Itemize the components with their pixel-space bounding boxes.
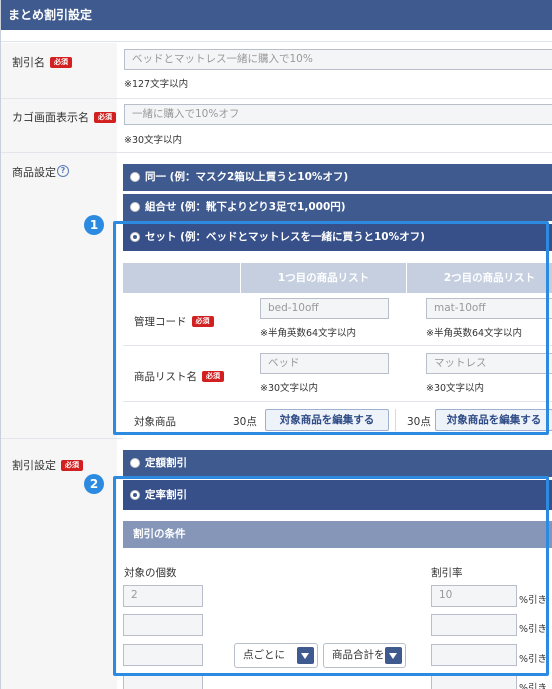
radio-icon bbox=[130, 172, 140, 182]
callout-badge-1: 1 bbox=[84, 215, 104, 235]
header-spacer bbox=[1, 30, 552, 42]
radio-icon bbox=[130, 458, 140, 468]
required-badge: 必須 bbox=[50, 57, 72, 68]
page-title: まとめ割引設定 bbox=[1, 0, 552, 30]
discount-settings-label: 割引設定 必須 bbox=[12, 457, 83, 473]
radio-icon bbox=[130, 202, 140, 212]
product-settings-label: 商品設定 bbox=[12, 166, 56, 179]
product-option-same[interactable]: 同一 (例：マスク2箱以上買うと10%オフ) bbox=[123, 164, 552, 191]
discount-name-input[interactable]: ベッドとマットレス一緒に購入で10% bbox=[124, 49, 552, 70]
cart-display-name-label: カゴ画面表示名 必須 bbox=[12, 109, 116, 125]
help-icon[interactable]: ? bbox=[57, 165, 69, 177]
discount-name-row: 割引名 必須 ベッドとマットレス一緒に購入で10% ※127文字以内 bbox=[1, 43, 552, 99]
label-column bbox=[1, 43, 117, 98]
required-badge: 必須 bbox=[94, 112, 116, 123]
callout-badge-2: 2 bbox=[84, 474, 104, 494]
discount-name-note: ※127文字以内 bbox=[124, 79, 189, 90]
callout-frame-2 bbox=[113, 476, 549, 676]
required-badge: 必須 bbox=[61, 460, 83, 471]
callout-frame-1 bbox=[113, 221, 549, 435]
rate-suffix: %引き bbox=[519, 683, 548, 689]
cart-display-name-input[interactable]: 一緒に購入で10%オフ bbox=[124, 104, 552, 125]
discount-option-fixed[interactable]: 定額割引 bbox=[123, 450, 552, 477]
discount-name-label: 割引名 必須 bbox=[12, 54, 72, 70]
discount-settings-page: まとめ割引設定 割引名 必須 ベッドとマットレス一緒に購入で10% ※127文字以… bbox=[0, 0, 552, 689]
label-column bbox=[1, 153, 117, 438]
cart-display-name-note: ※30文字以内 bbox=[124, 135, 183, 146]
product-option-combination[interactable]: 組合せ (例：靴下よりどり3足で1,000円) bbox=[123, 194, 552, 221]
label-column bbox=[1, 99, 117, 152]
cart-display-name-row: カゴ画面表示名 必須 一緒に購入で10%オフ ※30文字以内 bbox=[1, 99, 552, 153]
